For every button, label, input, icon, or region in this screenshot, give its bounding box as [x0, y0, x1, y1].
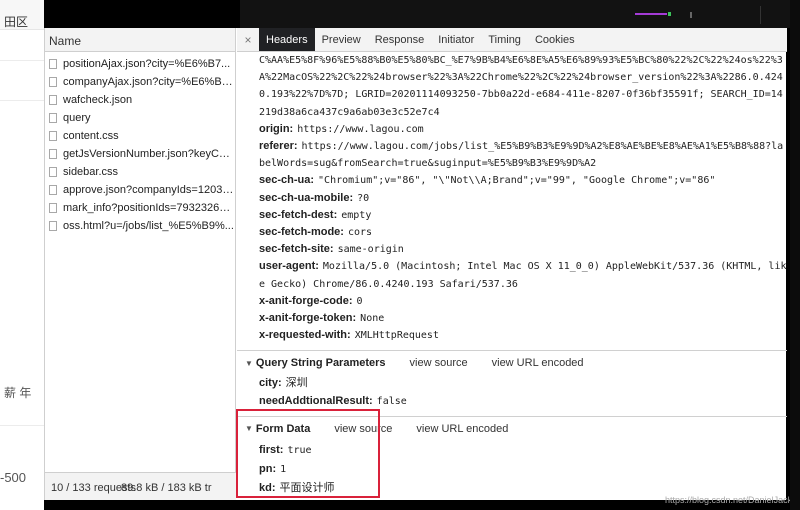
- file-icon: [49, 185, 57, 195]
- header-sec-fetch-site: sec-fetch-site: same-origin: [259, 243, 404, 256]
- request-row[interactable]: sidebar.css: [45, 163, 235, 181]
- background-timeline-strip: [240, 0, 800, 28]
- tab-headers[interactable]: Headers: [259, 28, 315, 51]
- file-icon: [49, 59, 57, 69]
- view-url-encoded-link[interactable]: view URL encoded: [416, 423, 508, 435]
- query-param-city: city: 深圳: [259, 377, 308, 390]
- file-icon: [49, 113, 57, 123]
- header-origin: origin: https://www.lagou.com: [259, 122, 424, 135]
- details-tabs: × Headers Preview Response Initiator Tim…: [237, 28, 787, 52]
- file-icon: [49, 167, 57, 177]
- background-number-text: -500: [0, 470, 27, 485]
- request-row[interactable]: mark_info?positionIds=7932326%...: [45, 199, 235, 217]
- header-user-agent: user-agent: Mozilla/5.0 (Macintosh; Intel…: [259, 260, 787, 290]
- background-page: 田区 薪 年 -500: [0, 0, 44, 510]
- triangle-down-icon[interactable]: ▼: [245, 359, 253, 368]
- window-edge: [790, 0, 800, 510]
- watermark: https://blog.csdn.net/DanielJackZ: [665, 495, 798, 505]
- request-row[interactable]: content.css: [45, 127, 235, 145]
- header-x-anit-forge-code: x-anit-forge-code: 0: [259, 294, 363, 307]
- header-sec-fetch-mode: sec-fetch-mode: cors: [259, 226, 373, 239]
- header-referer: referer: https://www.lagou.com/jobs/list_…: [259, 140, 784, 170]
- request-row[interactable]: positionAjax.json?city=%E6%B7...: [45, 55, 235, 73]
- header-x-requested-with: x-requested-with: XMLHttpRequest: [259, 329, 439, 342]
- request-list: Name positionAjax.json?city=%E6%B7... co…: [45, 28, 236, 500]
- network-status-bar: 10 / 133 requests 89.8 kB / 183 kB tr: [45, 472, 236, 500]
- tab-initiator[interactable]: Initiator: [431, 28, 481, 51]
- timeline-tick: [690, 12, 692, 18]
- query-string-section-header[interactable]: ▼ Query String Parameters view source vi…: [245, 351, 787, 375]
- file-icon: [49, 77, 57, 87]
- timeline-tick: [760, 6, 761, 24]
- devtools-network-panel: Name positionAjax.json?city=%E6%B7... co…: [44, 28, 787, 500]
- header-sec-fetch-dest: sec-fetch-dest: empty: [259, 208, 372, 221]
- request-row[interactable]: getJsVersionNumber.json?keyCod...: [45, 145, 235, 163]
- timeline-bar: [635, 13, 667, 15]
- request-row[interactable]: wafcheck.json: [45, 91, 235, 109]
- background-page-header: 田区: [0, 0, 44, 30]
- name-column-header[interactable]: Name: [45, 28, 235, 52]
- view-url-encoded-link[interactable]: view URL encoded: [492, 357, 584, 369]
- header-sec-ch-ua-mobile: sec-ch-ua-mobile: ?0: [259, 191, 370, 204]
- timeline-bar-green: [668, 12, 671, 16]
- request-row[interactable]: companyAjax.json?city=%E6%B7...: [45, 73, 235, 91]
- query-param-needaddtionalresult: needAddtionalResult: false: [259, 394, 407, 407]
- transfer-size: 89.8 kB / 183 kB tr: [121, 482, 212, 494]
- form-data-highlight-box: [236, 409, 380, 498]
- file-icon: [49, 221, 57, 231]
- tab-response[interactable]: Response: [368, 28, 432, 51]
- header-sec-ch-ua: sec-ch-ua: "Chromium";v="86", "\"Not\\A;B…: [259, 174, 716, 187]
- header-x-anit-forge-token: x-anit-forge-token: None: [259, 312, 385, 325]
- file-icon: [49, 131, 57, 141]
- request-row[interactable]: approve.json?companyIds=12035...: [45, 181, 235, 199]
- background-salary-text: 薪 年: [4, 386, 32, 400]
- request-row[interactable]: oss.html?u=/jobs/list_%E5%B9%...: [45, 217, 235, 235]
- tab-preview[interactable]: Preview: [315, 28, 368, 51]
- file-icon: [49, 203, 57, 213]
- view-source-link[interactable]: view source: [410, 357, 468, 369]
- file-icon: [49, 149, 57, 159]
- tab-cookies[interactable]: Cookies: [528, 28, 582, 51]
- cookie-value: C%AA%E5%8F%96%E5%88%B0%E5%80%BC_%E7%9B%B…: [259, 55, 783, 118]
- close-icon[interactable]: ×: [237, 28, 259, 51]
- tab-timing[interactable]: Timing: [481, 28, 528, 51]
- file-icon: [49, 95, 57, 105]
- request-row[interactable]: query: [45, 109, 235, 127]
